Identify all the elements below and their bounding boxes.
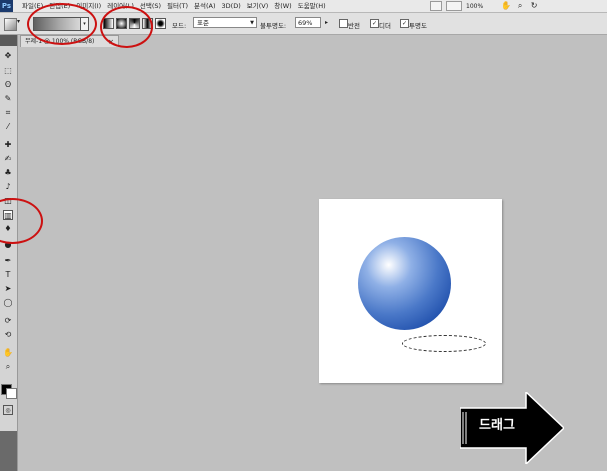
menu-analysis[interactable]: 분석(A) <box>194 0 215 12</box>
opacity-label: 불투명도: <box>260 22 287 30</box>
elliptical-selection[interactable] <box>402 335 486 352</box>
history-brush-icon[interactable]: ♪ <box>3 182 13 192</box>
menu-view[interactable]: 보기(V) <box>247 0 268 12</box>
healing-brush-icon[interactable]: ✚ <box>3 140 13 150</box>
view-extras-button[interactable] <box>446 1 462 11</box>
marquee-icon[interactable]: ⬚ <box>3 66 13 76</box>
radial-gradient-button[interactable] <box>116 18 127 29</box>
chevron-right-icon[interactable]: ▸ <box>325 19 328 26</box>
eraser-icon[interactable]: ◫ <box>3 196 13 206</box>
menu-list: 파일(E) 편집(E) 이미지(I) 레이어(L) 선택(S) 필터(T) 분석… <box>22 0 332 12</box>
document-canvas[interactable] <box>319 199 502 383</box>
quick-mask-icon[interactable]: ◎ <box>3 405 13 415</box>
hand-icon[interactable]: ✋ <box>3 348 13 358</box>
pen-icon[interactable]: ✒ <box>3 256 13 266</box>
reflected-gradient-button[interactable] <box>142 18 153 29</box>
menu-select[interactable]: 선택(S) <box>140 0 161 12</box>
zoom-level[interactable]: 100% <box>466 3 483 10</box>
options-bar: ▾ ▾ 모드: 표준 ▼ 불투명도: 69% ▸ 반전 ✓ 디더 ✓ 투명도 <box>0 13 607 35</box>
zoom-tool-icon[interactable]: ⌕ <box>515 2 525 10</box>
menu-filter[interactable]: 필터(T) <box>167 0 188 12</box>
blur-icon[interactable]: ♦ <box>3 224 13 234</box>
blue-sphere <box>358 237 451 330</box>
tool-preset-picker[interactable] <box>4 18 17 31</box>
bridge-button[interactable] <box>430 1 442 11</box>
quick-select-icon[interactable]: ✎ <box>3 94 13 104</box>
mode-label: 모드: <box>172 22 187 30</box>
angle-gradient-button[interactable] <box>129 18 140 29</box>
hand-tool-icon[interactable]: ✋ <box>501 2 511 10</box>
menu-edit[interactable]: 편집(E) <box>49 0 70 12</box>
app-bar: 100% ✋ ⌕ ↻ <box>430 0 543 12</box>
toolbox: ✥ ⬚ ʘ ✎ ⌗ ⁄ ✚ ✍ ♣ ♪ ◫ ▥ ♦ ● ✒ T ➤ ◯ ⟳ ⟲ … <box>0 35 18 471</box>
gradient-icon[interactable]: ▥ <box>3 210 13 220</box>
transparency-label: 투명도 <box>409 22 427 30</box>
document-tab[interactable]: 무제-1 @ 100% (RGB/8) × <box>20 35 119 47</box>
rotate-view-icon[interactable]: ↻ <box>529 2 539 10</box>
photoshop-logo: Ps <box>0 0 13 12</box>
zoom-icon[interactable]: ⌕ <box>3 362 13 372</box>
mode-select[interactable]: 표준 ▼ <box>193 17 257 28</box>
linear-gradient-button[interactable] <box>103 18 114 29</box>
type-icon[interactable]: T <box>3 270 13 280</box>
mode-value: 표준 <box>197 19 209 27</box>
brush-icon[interactable]: ✍ <box>3 154 13 164</box>
close-icon[interactable]: × <box>108 36 114 47</box>
menu-help[interactable]: 도움말(H) <box>298 0 326 12</box>
dither-checkbox[interactable]: ✓ <box>370 19 379 28</box>
drag-label: 드래그 <box>479 418 515 433</box>
toolbox-header[interactable] <box>0 35 17 46</box>
chevron-down-icon[interactable]: ▾ <box>17 18 20 25</box>
crop-icon[interactable]: ⌗ <box>3 108 13 118</box>
menu-layer[interactable]: 레이어(L) <box>107 0 134 12</box>
toolbox-bottom-panel <box>0 431 17 471</box>
background-color-swatch[interactable] <box>6 388 17 399</box>
lasso-icon[interactable]: ʘ <box>3 80 13 90</box>
diamond-gradient-button[interactable] <box>155 18 166 29</box>
path-select-icon[interactable]: ➤ <box>3 284 13 294</box>
dither-label: 디더 <box>379 22 391 30</box>
3d-rotate-icon[interactable]: ⟳ <box>3 316 13 326</box>
gradient-picker-dropdown[interactable]: ▾ <box>80 17 89 31</box>
clone-stamp-icon[interactable]: ♣ <box>3 168 13 178</box>
menu-image[interactable]: 이미지(I) <box>76 0 101 12</box>
dodge-icon[interactable]: ● <box>3 240 13 250</box>
eyedropper-icon[interactable]: ⁄ <box>3 122 13 132</box>
opacity-input[interactable]: 69% <box>295 17 321 28</box>
3d-camera-icon[interactable]: ⟲ <box>3 330 13 340</box>
chevron-down-icon: ▼ <box>250 20 254 26</box>
menu-bar: Ps 파일(E) 편집(E) 이미지(I) 레이어(L) 선택(S) 필터(T)… <box>0 0 607 13</box>
reverse-label: 반전 <box>348 22 360 30</box>
transparency-checkbox[interactable]: ✓ <box>400 19 409 28</box>
gradient-picker[interactable] <box>33 17 81 31</box>
gradient-type-buttons <box>103 18 168 29</box>
document-tab-title: 무제-1 @ 100% (RGB/8) <box>25 38 95 45</box>
move-icon[interactable]: ✥ <box>3 51 13 61</box>
menu-3d[interactable]: 3D(D) <box>222 0 241 12</box>
menu-window[interactable]: 창(W) <box>274 0 291 12</box>
menu-file[interactable]: 파일(E) <box>22 0 43 12</box>
shape-icon[interactable]: ◯ <box>3 298 13 308</box>
reverse-checkbox[interactable] <box>339 19 348 28</box>
